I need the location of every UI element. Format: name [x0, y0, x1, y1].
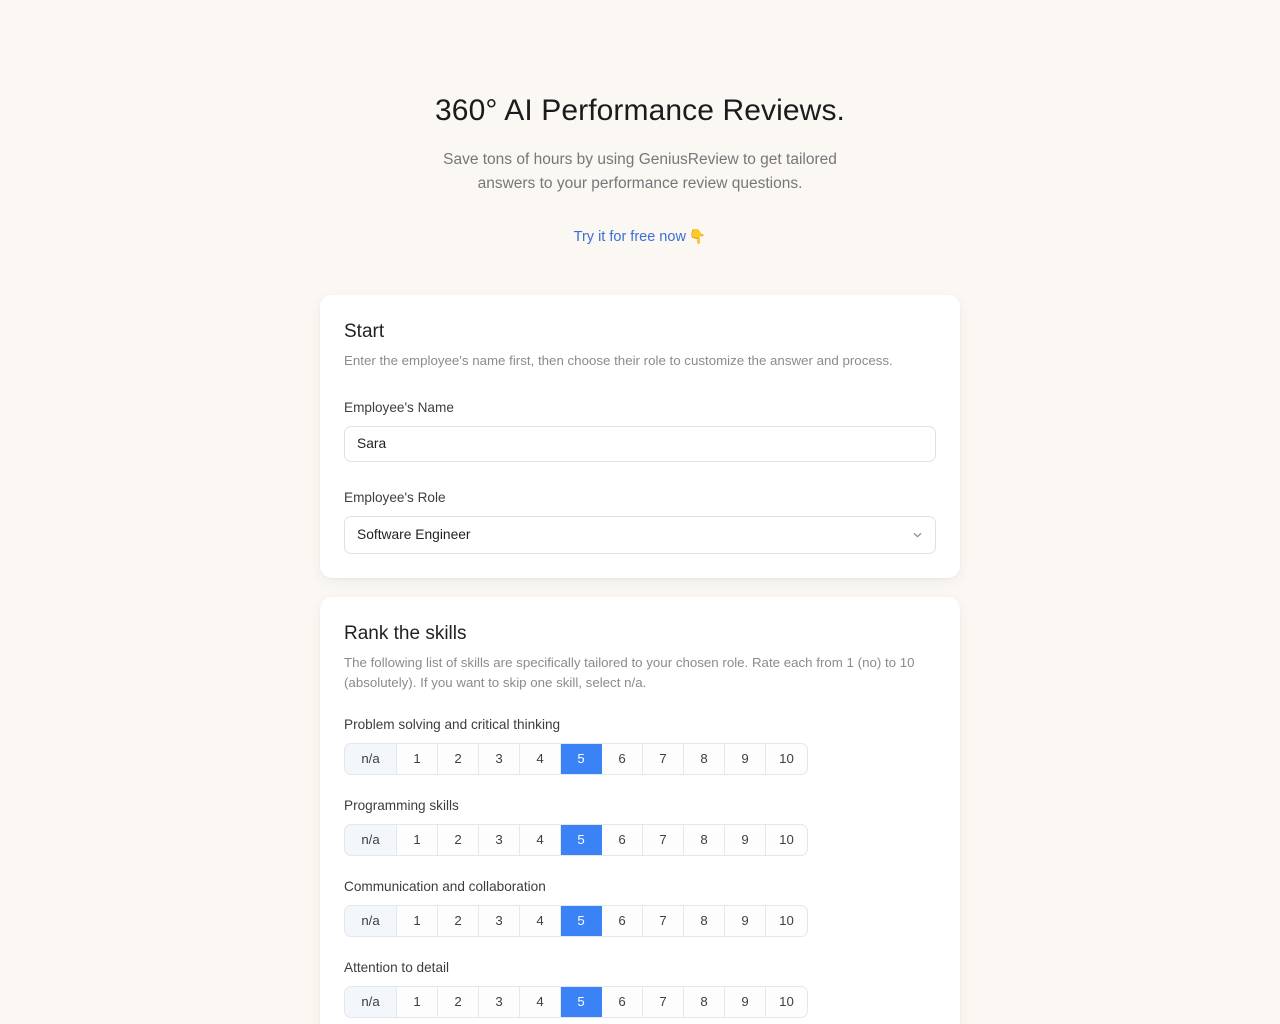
rating-option-4[interactable]: 4 — [520, 905, 561, 936]
rating-option-6[interactable]: 6 — [602, 986, 643, 1017]
rating-option-5[interactable]: 5 — [561, 743, 602, 774]
rating-option-10[interactable]: 10 — [766, 986, 807, 1017]
rating-option-10[interactable]: 10 — [766, 824, 807, 855]
try-it-free-label: Try it for free now — [573, 229, 686, 245]
rating-option-6[interactable]: 6 — [602, 905, 643, 936]
skill-label: Attention to detail — [344, 959, 450, 975]
pointing-down-icon: 👇 — [688, 228, 707, 244]
rating-option-1[interactable]: 1 — [397, 905, 438, 936]
rating-option-2[interactable]: 2 — [438, 905, 479, 936]
rating-option-3[interactable]: 3 — [479, 743, 520, 774]
rating-option-1[interactable]: 1 — [397, 986, 438, 1017]
rating-option-2[interactable]: 2 — [438, 743, 479, 774]
rating-option-3[interactable]: 3 — [479, 824, 520, 855]
rating-option-10[interactable]: 10 — [766, 743, 807, 774]
rating-option-7[interactable]: 7 — [643, 905, 684, 936]
rating-option-6[interactable]: 6 — [602, 743, 643, 774]
skill-label: Programming skills — [344, 797, 459, 813]
rating-option-8[interactable]: 8 — [684, 824, 725, 855]
employee-role-select-wrapper: Software Engineer — [344, 515, 936, 554]
rating-option-9[interactable]: 9 — [725, 905, 766, 936]
rank-skills-description: The following list of skills are specifi… — [344, 654, 915, 691]
hero-cta-wrapper: Try it for free now 👇 — [0, 228, 1280, 246]
rating-option-7[interactable]: 7 — [643, 824, 684, 855]
rank-skills-card: Rank the skills The following list of sk… — [320, 596, 960, 1024]
rating-option-7[interactable]: 7 — [643, 986, 684, 1017]
rating-option-8[interactable]: 8 — [684, 905, 725, 936]
rating-option-na[interactable]: n/a — [345, 986, 397, 1017]
employee-role-field-group: Employee's Role Software Engineer — [344, 489, 936, 554]
hero-subtitle: Save tons of hours by using GeniusReview… — [443, 151, 837, 192]
start-card-title: Start — [344, 321, 385, 342]
rating-scale: n/a 1 2 3 4 5 6 7 8 9 10 — [344, 985, 808, 1018]
skill-row: Attention to detail n/a 1 2 3 4 5 6 7 8 9 10 — [344, 959, 936, 1018]
employee-role-label: Employee's Role — [344, 489, 446, 505]
start-card: Start Enter the employee's name first, t… — [320, 295, 960, 578]
rating-option-na[interactable]: n/a — [345, 905, 397, 936]
rating-option-4[interactable]: 4 — [520, 986, 561, 1017]
hero-section: 360° AI Performance Reviews. Save tons o… — [0, 0, 1280, 246]
skill-row: Communication and collaboration n/a 1 2 3 4 5 6… — [344, 878, 936, 937]
rating-option-8[interactable]: 8 — [684, 743, 725, 774]
rating-option-1[interactable]: 1 — [397, 824, 438, 855]
rating-option-na[interactable]: n/a — [345, 743, 397, 774]
rating-option-4[interactable]: 4 — [520, 824, 561, 855]
rating-scale: n/a 1 2 3 4 5 6 7 8 9 10 — [344, 742, 808, 775]
rating-option-8[interactable]: 8 — [684, 986, 725, 1017]
rating-option-5[interactable]: 5 — [561, 905, 602, 936]
employee-role-select[interactable]: Software Engineer — [344, 515, 936, 554]
rating-option-2[interactable]: 2 — [438, 986, 479, 1017]
rating-option-6[interactable]: 6 — [602, 824, 643, 855]
skill-row: Programming skills n/a 1 2 3 4 5 6 7 8 9 10 — [344, 797, 936, 856]
rating-option-9[interactable]: 9 — [725, 824, 766, 855]
page-title: 360° AI Performance Reviews. — [435, 94, 845, 127]
skill-label: Problem solving and critical thinking — [344, 716, 561, 732]
skill-label: Communication and collaboration — [344, 878, 546, 894]
rating-option-1[interactable]: 1 — [397, 743, 438, 774]
skills-list: Problem solving and critical thinking n/a… — [344, 716, 936, 1024]
rating-option-na[interactable]: n/a — [345, 824, 397, 855]
rank-skills-title: Rank the skills — [344, 622, 467, 644]
employee-name-field-group: Employee's Name — [344, 399, 936, 462]
rating-scale: n/a 1 2 3 4 5 6 7 8 9 10 — [344, 823, 808, 856]
rating-option-3[interactable]: 3 — [479, 986, 520, 1017]
rating-option-5[interactable]: 5 — [561, 824, 602, 855]
rating-option-5[interactable]: 5 — [561, 986, 602, 1017]
rating-option-2[interactable]: 2 — [438, 824, 479, 855]
rating-option-9[interactable]: 9 — [725, 743, 766, 774]
employee-name-input[interactable] — [344, 425, 936, 462]
card-stack: Start Enter the employee's name first, t… — [320, 295, 960, 1024]
skill-row: Problem solving and critical thinking n/a… — [344, 716, 936, 775]
rating-option-10[interactable]: 10 — [766, 905, 807, 936]
employee-name-label: Employee's Name — [344, 399, 454, 415]
rating-scale: n/a 1 2 3 4 5 6 7 8 9 10 — [344, 904, 808, 937]
rating-option-9[interactable]: 9 — [725, 986, 766, 1017]
page-root: 360° AI Performance Reviews. Save tons o… — [0, 0, 1280, 1024]
rating-option-7[interactable]: 7 — [643, 743, 684, 774]
rating-option-4[interactable]: 4 — [520, 743, 561, 774]
try-it-free-link[interactable]: Try it for free now 👇 — [573, 228, 707, 245]
start-card-description: Enter the employee's name first, then ch… — [344, 353, 893, 368]
rating-option-3[interactable]: 3 — [479, 905, 520, 936]
